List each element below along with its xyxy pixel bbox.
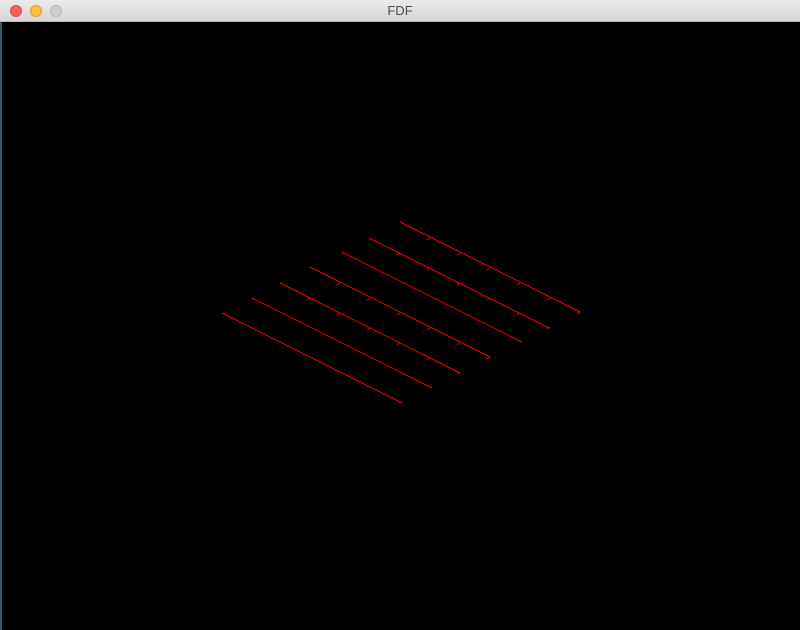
- wireframe-tick: [486, 356, 491, 360]
- wireframe-tick: [426, 327, 431, 331]
- wireframe-tick: [366, 297, 371, 301]
- wireframe-tick: [426, 237, 431, 241]
- wireframe-tick: [456, 252, 461, 256]
- wireframe-tick: [546, 297, 551, 301]
- wireframe-tick: [456, 342, 461, 346]
- wireframe-tick: [516, 282, 521, 286]
- wireframe-tick: [366, 327, 371, 331]
- wireframe-tick: [336, 282, 341, 286]
- wireframe-tick: [396, 342, 401, 346]
- wireframe-row-line: [251, 297, 433, 389]
- wireframe-tick: [396, 312, 401, 316]
- wireframe-row-line: [221, 312, 403, 404]
- wireframe-lines: [221, 221, 581, 404]
- wireframe-tick: [486, 267, 491, 271]
- wireframe-tick: [306, 297, 311, 301]
- wireframe-tick: [426, 357, 431, 361]
- wireframe-render: [221, 221, 581, 404]
- wireframe-tick: [576, 311, 581, 315]
- wireframe-tick: [336, 312, 341, 316]
- app-window: FDF: [0, 0, 800, 630]
